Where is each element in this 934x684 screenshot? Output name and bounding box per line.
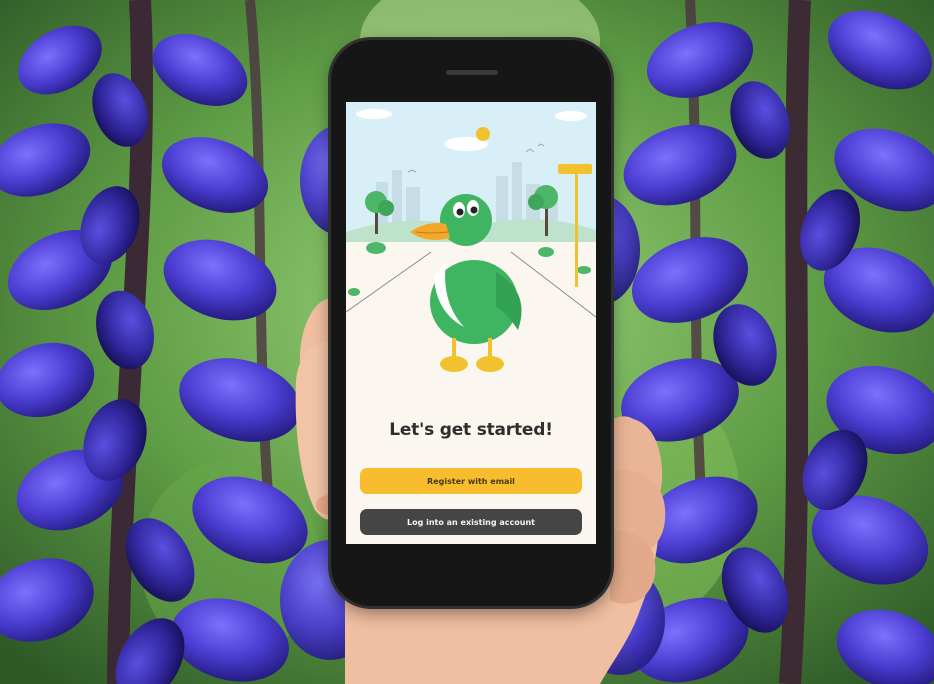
login-existing-account-button[interactable]: Log into an existing account [360,509,582,535]
phone-speaker [446,70,498,75]
register-with-email-button[interactable]: Register with email [360,468,582,494]
photo-scene: Let's get started! Register with email L… [0,0,934,684]
page-title: Let's get started! [389,420,553,440]
smartphone: Let's get started! Register with email L… [331,40,611,606]
app-screen: Let's get started! Register with email L… [346,102,596,544]
duck-illustration [346,102,596,402]
